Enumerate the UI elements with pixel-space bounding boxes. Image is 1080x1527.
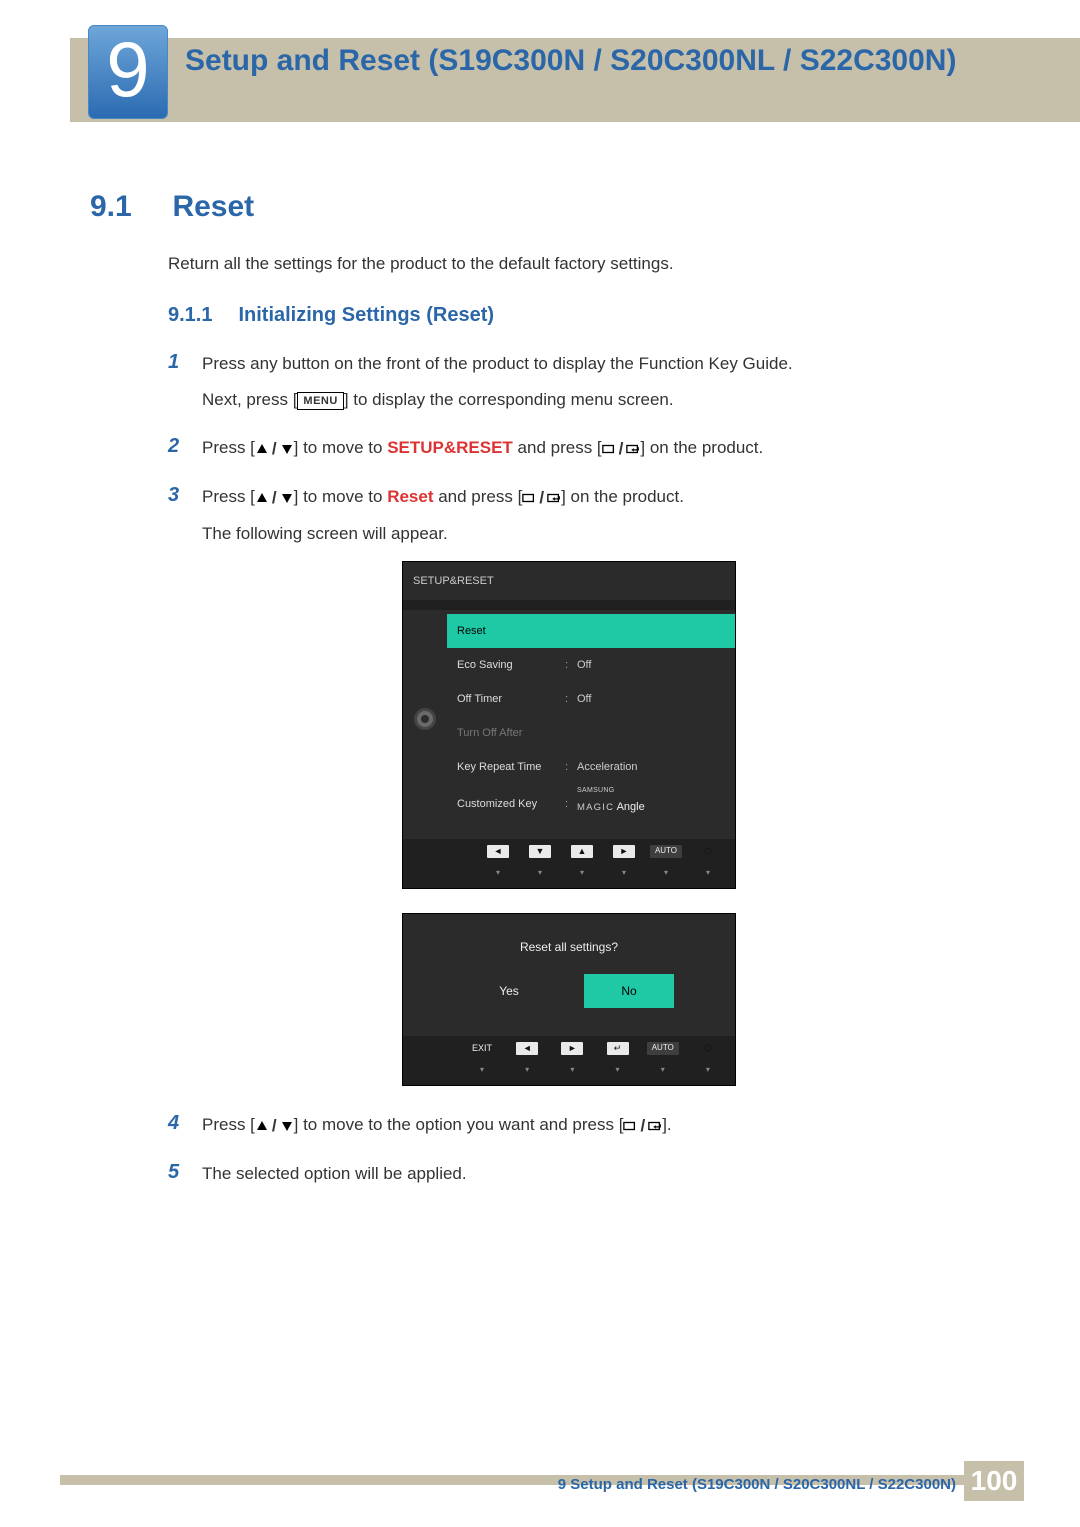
target-reset: Reset bbox=[387, 487, 433, 506]
osd-btn-right: ►▾ bbox=[553, 1042, 591, 1083]
osd-btn-up: ▲▾ bbox=[563, 845, 601, 886]
chapter-number: 9 bbox=[106, 24, 149, 115]
step-2: 2 Press [/] to move to SETUP&RESET and p… bbox=[168, 435, 990, 472]
osd-confirm-prompt: Reset all settings? bbox=[403, 914, 735, 974]
step-3-follow: The following screen will appear. bbox=[202, 521, 990, 547]
target-setup-reset: SETUP&RESET bbox=[387, 438, 513, 457]
step-4: 4 Press [/] to move to the option you wa… bbox=[168, 1112, 990, 1149]
osd-control-bar: ◄▾ ▼▾ ▲▾ ►▾ AUTO▾ ⏻▾ bbox=[403, 829, 735, 888]
step-3-text: Press [/] to move to Reset and press [/]… bbox=[202, 484, 990, 511]
osd-btn-power: ⏻▾ bbox=[689, 1042, 727, 1083]
subsection-number: 9.1.1 bbox=[168, 304, 234, 327]
osd-choice-yes: Yes bbox=[464, 974, 554, 1008]
window-enter-icon: / bbox=[623, 1113, 662, 1139]
step-number: 3 bbox=[168, 484, 202, 1100]
step-number: 2 bbox=[168, 435, 202, 472]
menu-button-label: MENU bbox=[297, 392, 343, 410]
osd-side-icon bbox=[403, 610, 447, 829]
step-number: 1 bbox=[168, 351, 202, 423]
page-number: 100 bbox=[964, 1461, 1024, 1501]
step-3: 3 Press [/] to move to Reset and press [… bbox=[168, 484, 990, 1100]
osd-header: SETUP&RESET bbox=[403, 562, 735, 610]
osd-item-keyrepeat: Key Repeat Time:Acceleration bbox=[447, 750, 735, 784]
footer-text: 9 Setup and Reset (S19C300N / S20C300NL … bbox=[558, 1476, 956, 1493]
osd-btn-exit: EXIT▾ bbox=[463, 1042, 501, 1083]
osd-item-reset: Reset bbox=[447, 614, 735, 648]
step-2-text: Press [/] to move to SETUP&RESET and pre… bbox=[202, 435, 990, 462]
osd-item-turnoffafter: Turn Off After bbox=[447, 716, 735, 750]
section-title: Reset bbox=[172, 190, 254, 224]
up-down-icon: / bbox=[255, 1113, 294, 1139]
osd-control-bar-2: EXIT▾ ◄▾ ►▾ ↵▾ AUTO▾ ⏻▾ bbox=[403, 1026, 735, 1085]
window-enter-icon: / bbox=[522, 485, 561, 511]
up-down-icon: / bbox=[255, 436, 294, 462]
step-number: 5 bbox=[168, 1161, 202, 1197]
section-heading: 9.1 Reset bbox=[90, 190, 990, 224]
osd-choice-no: No bbox=[584, 974, 674, 1008]
subsection-heading: 9.1.1 Initializing Settings (Reset) bbox=[168, 304, 990, 327]
osd-btn-right: ►▾ bbox=[605, 845, 643, 886]
step-5-text: The selected option will be applied. bbox=[202, 1161, 990, 1187]
osd-reset-confirm: Reset all settings? Yes No EXIT▾ ◄▾ ►▾ ↵… bbox=[402, 913, 736, 1086]
osd-btn-left: ◄▾ bbox=[508, 1042, 546, 1083]
osd-item-eco: Eco Saving:Off bbox=[447, 648, 735, 682]
step-1-text-b: Next, press [MENU] to display the corres… bbox=[202, 387, 990, 413]
window-enter-icon: / bbox=[602, 436, 641, 462]
osd-btn-auto: AUTO▾ bbox=[647, 845, 685, 886]
step-4-text: Press [/] to move to the option you want… bbox=[202, 1112, 990, 1139]
osd-btn-power: ⏻▾ bbox=[689, 845, 727, 886]
osd-btn-left: ◄▾ bbox=[479, 845, 517, 886]
osd-setup-reset: SETUP&RESET Reset Eco Saving:Off Off Tim… bbox=[402, 561, 736, 889]
osd-item-offtimer: Off Timer:Off bbox=[447, 682, 735, 716]
section-intro: Return all the settings for the product … bbox=[168, 254, 990, 274]
step-5: 5 The selected option will be applied. bbox=[168, 1161, 990, 1197]
gear-icon bbox=[414, 708, 436, 730]
section-number: 9.1 bbox=[90, 190, 168, 224]
osd-btn-down: ▼▾ bbox=[521, 845, 559, 886]
chapter-number-badge: 9 bbox=[88, 25, 168, 119]
chapter-title: Setup and Reset (S19C300N / S20C300NL / … bbox=[185, 41, 1020, 80]
up-down-icon: / bbox=[255, 485, 294, 511]
step-1-text-a: Press any button on the front of the pro… bbox=[202, 351, 990, 377]
step-number: 4 bbox=[168, 1112, 202, 1149]
osd-item-customkey: Customized Key:SAMSUNGMAGIC Angle bbox=[447, 784, 735, 825]
osd-menu-list: Reset Eco Saving:Off Off Timer:Off Turn … bbox=[447, 610, 735, 829]
osd-btn-enter: ↵▾ bbox=[599, 1042, 637, 1083]
osd-btn-auto: AUTO▾ bbox=[644, 1042, 682, 1083]
step-list: 1 Press any button on the front of the p… bbox=[168, 351, 990, 1197]
subsection-title: Initializing Settings (Reset) bbox=[238, 304, 494, 326]
step-1: 1 Press any button on the front of the p… bbox=[168, 351, 990, 423]
